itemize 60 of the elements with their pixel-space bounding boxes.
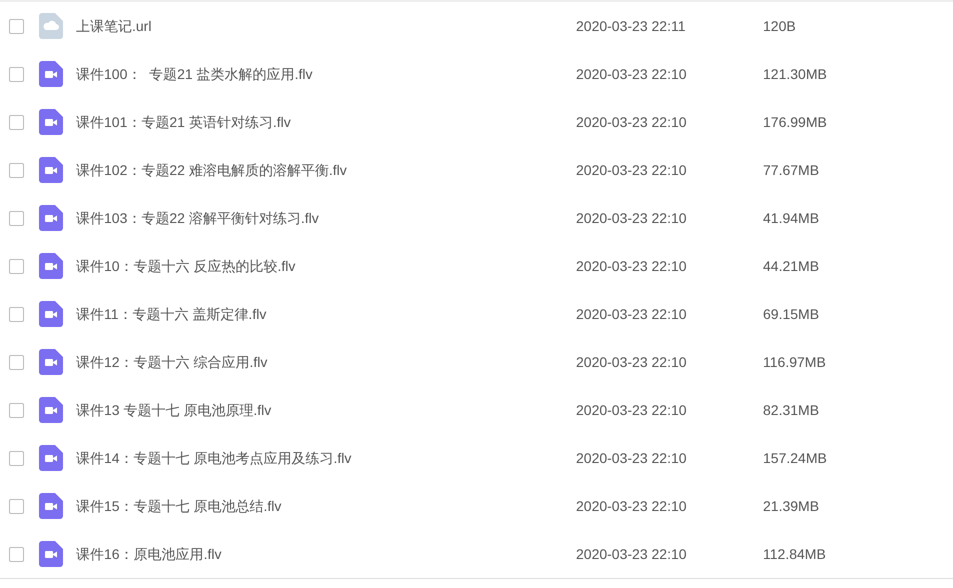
file-size: 121.30MB <box>763 64 827 84</box>
modified-date: 2020-03-23 22:10 <box>576 496 688 516</box>
file-name[interactable]: 课件11：专题十六 盖斯定律.flv <box>76 304 576 324</box>
checkbox[interactable] <box>9 210 24 226</box>
file-size: 69.15MB <box>763 304 820 324</box>
video-file-icon <box>39 493 63 519</box>
modified-date: 2020-03-23 22:10 <box>576 112 688 132</box>
modified-date: 2020-03-23 22:10 <box>576 208 688 228</box>
video-file-icon <box>39 541 63 567</box>
modified-date: 2020-03-23 22:10 <box>576 256 688 276</box>
video-file-icon <box>39 61 63 87</box>
modified-date: 2020-03-23 22:10 <box>576 400 688 420</box>
checkbox[interactable] <box>9 450 24 466</box>
modified-date: 2020-03-23 22:10 <box>576 160 688 180</box>
file-size: 176.99MB <box>763 112 827 132</box>
modified-date: 2020-03-23 22:11 <box>576 16 686 36</box>
checkbox[interactable] <box>9 162 24 178</box>
video-file-icon <box>39 109 63 135</box>
checkbox[interactable] <box>9 114 24 130</box>
file-size: 77.67MB <box>763 160 820 180</box>
file-name[interactable]: 上课笔记.url <box>76 16 576 36</box>
file-name[interactable]: 课件101：专题21 英语针对练习.flv <box>76 112 576 132</box>
modified-date: 2020-03-23 22:10 <box>576 352 688 372</box>
cloud-file-icon <box>39 13 63 39</box>
file-size: 41.94MB <box>763 208 820 228</box>
file-name[interactable]: 课件102：专题22 难溶电解质的溶解平衡.flv <box>76 160 576 180</box>
video-file-icon <box>39 349 63 375</box>
checkbox[interactable] <box>9 66 24 82</box>
file-name[interactable]: 课件16：原电池应用.flv <box>76 544 576 564</box>
checkbox[interactable] <box>9 18 24 34</box>
file-name[interactable]: 课件13 专题十七 原电池原理.flv <box>76 400 576 420</box>
file-name[interactable]: 课件10：专题十六 反应热的比较.flv <box>76 256 576 276</box>
file-name[interactable]: 课件15：专题十七 原电池总结.flv <box>76 496 576 516</box>
checkbox[interactable] <box>9 498 24 514</box>
file-name[interactable]: 课件103：专题22 溶解平衡针对练习.flv <box>76 208 576 228</box>
file-size: 44.21MB <box>763 256 820 276</box>
checkbox[interactable] <box>9 546 24 562</box>
file-size: 21.39MB <box>763 496 820 516</box>
video-file-icon <box>39 157 63 183</box>
checkbox[interactable] <box>9 258 24 274</box>
file-size: 157.24MB <box>763 448 827 468</box>
video-file-icon <box>39 205 63 231</box>
file-name[interactable]: 课件14：专题十七 原电池考点应用及练习.flv <box>76 448 576 468</box>
modified-date: 2020-03-23 22:10 <box>576 448 688 468</box>
checkbox[interactable] <box>9 402 24 418</box>
modified-date: 2020-03-23 22:10 <box>576 544 688 564</box>
file-size: 112.84MB <box>763 544 826 564</box>
video-file-icon <box>39 397 63 423</box>
video-file-icon <box>39 445 63 471</box>
checkbox[interactable] <box>9 354 24 370</box>
file-name[interactable]: 课件100： 专题21 盐类水解的应用.flv <box>76 64 576 84</box>
modified-date: 2020-03-23 22:10 <box>576 64 688 84</box>
file-size: 120B <box>763 16 796 36</box>
video-file-icon <box>39 253 63 279</box>
file-size: 82.31MB <box>763 400 820 420</box>
file-size: 116.97MB <box>763 352 826 372</box>
video-file-icon <box>39 301 63 327</box>
checkbox[interactable] <box>9 306 24 322</box>
file-name[interactable]: 课件12：专题十六 综合应用.flv <box>76 352 576 372</box>
modified-date: 2020-03-23 22:10 <box>576 304 688 324</box>
